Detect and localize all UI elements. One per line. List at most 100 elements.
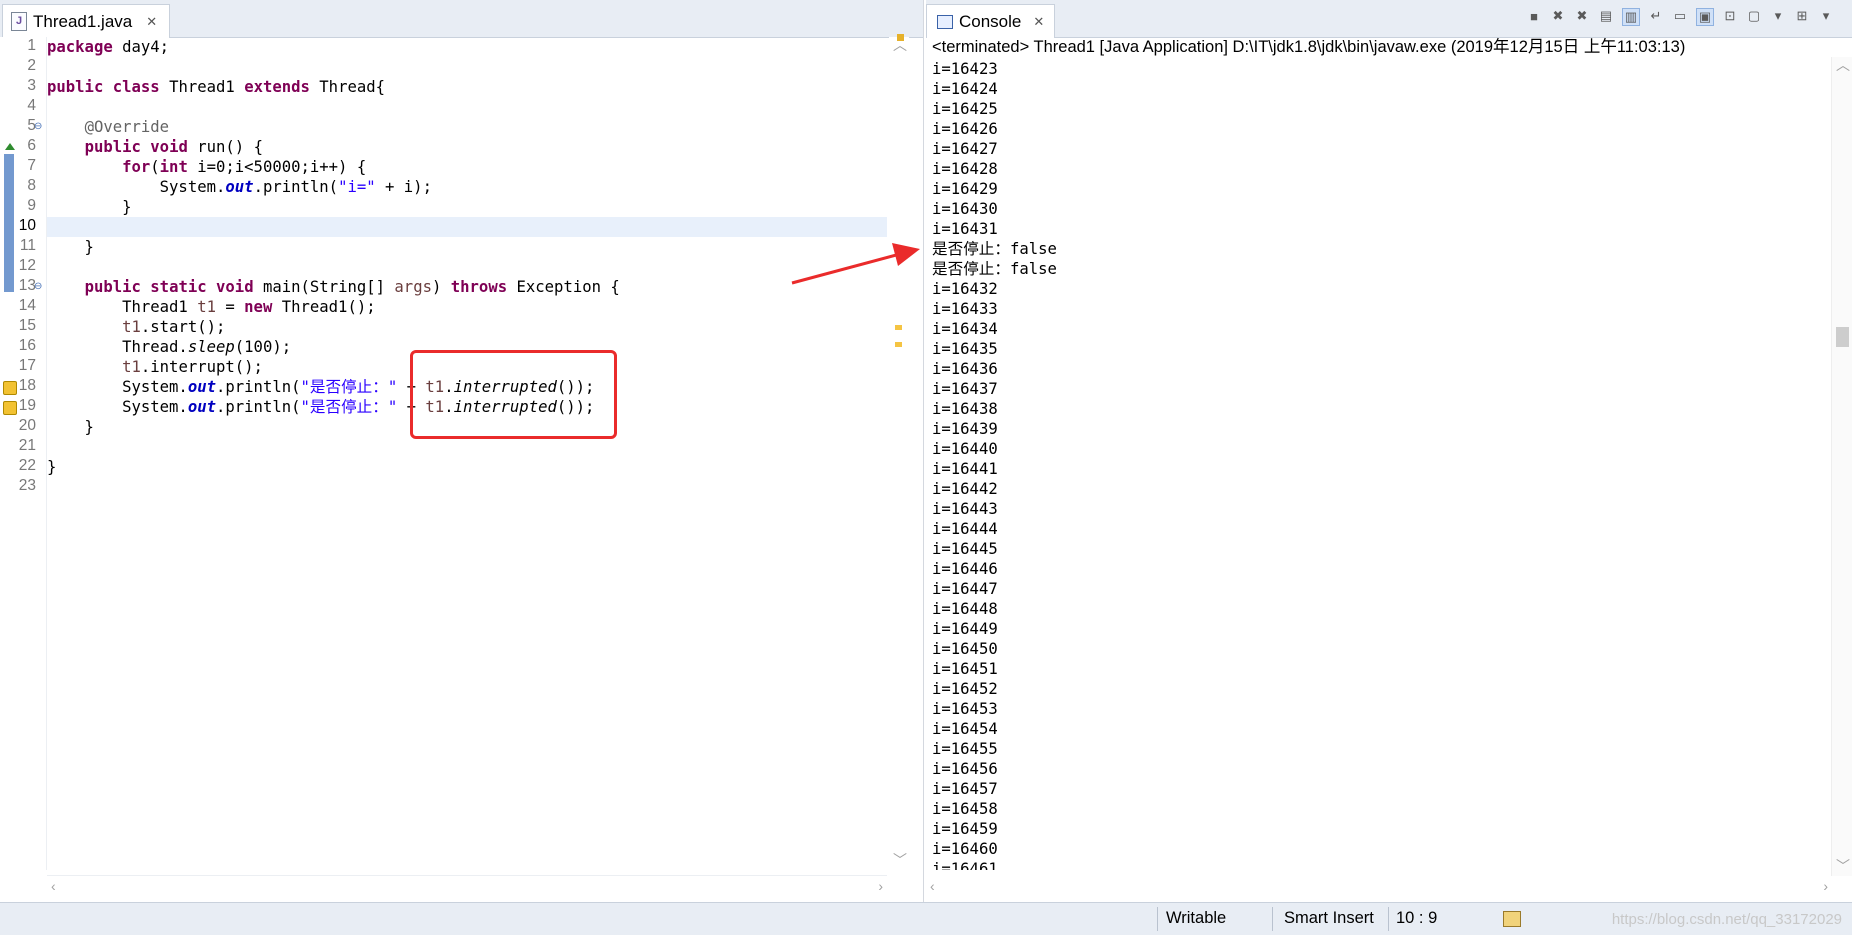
fold-icon[interactable]: ⊖ [34,281,42,292]
clear-console-icon[interactable]: ▤ [1598,8,1614,24]
line-number: 2 [27,57,36,74]
code-token: System. [47,178,226,196]
editor-tab[interactable]: J Thread1.java ✕ [2,4,171,38]
code-token: args [394,278,432,296]
line-number: 14 [18,297,36,314]
console-line: i=16454 [932,720,998,738]
code-token: day4; [112,38,170,56]
code-token: .println( [253,178,339,196]
fold-icon[interactable]: ⊖ [34,121,42,132]
console-vertical-scrollbar[interactable]: ︿ ﹀ [1831,57,1852,876]
console-line: i=16455 [932,740,998,758]
line-number: 11 [19,237,36,254]
code-line: } [47,237,887,257]
scroll-left-icon[interactable]: ‹ [51,878,56,894]
code-token: out [225,178,254,196]
scroll-down-icon[interactable]: ﹀ [893,850,907,870]
remove-all-icon[interactable]: ✖ [1574,8,1590,24]
code-token: new [244,298,273,316]
code-token: Thread1(); [272,298,376,316]
scroll-right-icon[interactable]: › [1823,878,1828,894]
line-number-gutter: 1 2 3 4 5 6 7 8 9 10 11 12 13 14 15 16 17 18 19 20 21 22 23 ⊖ ⊖ [0,37,47,870]
heap-icon[interactable] [1503,911,1521,927]
scroll-thumb[interactable] [1836,327,1849,347]
code-token: Thread{ [309,78,386,96]
code-token: public [84,138,141,156]
close-icon[interactable]: ✕ [146,14,157,30]
show-on-output-icon[interactable]: ▭ [1672,8,1688,24]
console-line: i=16459 [932,820,998,838]
warning-icon[interactable] [3,381,17,395]
line-number: 20 [18,417,36,434]
scroll-left-icon[interactable]: ‹ [930,878,935,894]
warning-marker[interactable] [895,342,902,347]
show-on-error-icon[interactable]: ▣ [1696,8,1714,26]
console-line: i=16461 [932,860,998,870]
code-token: int [159,158,188,176]
console-line: i=16436 [932,360,998,378]
scroll-down-icon[interactable]: ﹀ [1836,856,1850,876]
code-token: t1 [122,358,141,376]
code-editor[interactable]: package day4; public class Thread1 extend… [47,37,887,870]
warning-marker[interactable] [895,325,902,330]
code-token: package [47,38,113,56]
pin-console-icon[interactable]: ⊡ [1722,8,1738,24]
terminate-icon[interactable]: ■ [1526,8,1542,24]
code-line: for(int i=0;i<50000;i++) { [47,157,887,177]
override-arrow-icon[interactable] [5,143,15,150]
chevron-down-icon[interactable]: ▾ [1818,8,1834,24]
line-number: 16 [18,337,36,354]
code-token: t1 [122,318,141,336]
code-token: .start(); [140,318,226,336]
warning-overview-icon [897,34,904,41]
code-token: .println( [216,398,301,416]
console-tab-title: Console [959,11,1022,31]
close-icon[interactable]: ✕ [1033,14,1044,30]
scroll-lock-icon[interactable]: ▥ [1622,8,1640,26]
display-console-icon[interactable]: ▢ [1746,8,1762,24]
console-line: i=16433 [932,300,998,318]
code-token: main(String[] [253,278,395,296]
console-line: i=16439 [932,420,998,438]
console-line: i=16437 [932,380,998,398]
console-line: i=16431 [932,220,998,238]
console-line: i=16430 [932,200,998,218]
scroll-up-icon[interactable]: ︿ [1836,55,1850,75]
line-number: 22 [18,457,36,474]
code-token: + i); [375,178,432,196]
remove-launch-icon[interactable]: ✖ [1550,8,1566,24]
code-token: .interrupt(); [140,358,263,376]
line-number: 21 [18,437,36,454]
code-line: public void run() { [47,137,887,157]
code-token: @Override [84,118,170,136]
console-line: i=16424 [932,80,998,98]
code-token: .println( [216,378,301,396]
console-toolbar: Console ✕ ■ ✖ ✖ ▤ ▥ ↵ ▭ ▣ ⊡ ▢ ▾ ⊞ ▾ [926,0,1852,38]
console-tab[interactable]: Console ✕ [926,4,1056,38]
console-line: i=16429 [932,180,998,198]
console-line: i=16425 [932,100,998,118]
editor-horizontal-scrollbar[interactable]: ‹ › [47,875,887,898]
open-console-icon[interactable]: ⊞ [1794,8,1810,24]
code-line: public class Thread1 extends Thread{ [47,77,887,97]
code-token: "是否停止：" [300,378,398,396]
scroll-right-icon[interactable]: › [878,878,883,894]
console-line: 是否停止：false [932,260,1057,278]
line-number: 13 [18,277,36,294]
chevron-down-icon[interactable]: ▾ [1770,8,1786,24]
console-output[interactable]: i=16423 i=16424 i=16425 i=16426 i=16427 i=164… [932,59,1816,870]
word-wrap-icon[interactable]: ↵ [1648,8,1664,24]
console-horizontal-scrollbar[interactable]: ‹ › [926,876,1832,898]
code-token: t1 [197,298,216,316]
editor-overview-ruler[interactable]: ︿ ﹀ [889,34,909,870]
insert-mode-status: Smart Insert [1284,909,1374,927]
warning-icon[interactable] [3,401,17,415]
line-number: 17 [18,357,36,374]
java-file-icon: J [11,12,27,31]
